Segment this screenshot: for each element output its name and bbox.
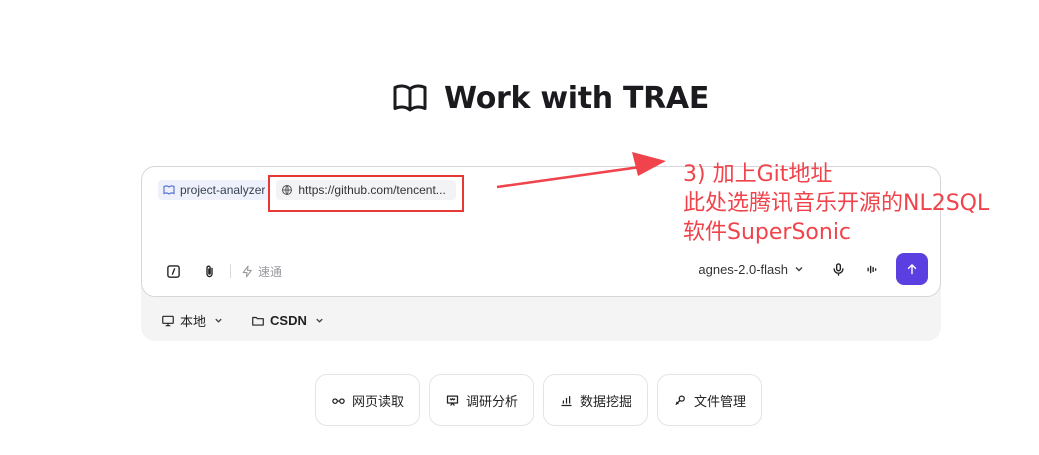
link-chip-label: https://github.com/tencent...: [298, 183, 446, 197]
model-selector[interactable]: agnes-2.0-flash: [698, 262, 804, 277]
paperclip-icon: [205, 265, 213, 277]
attach-button[interactable]: [198, 260, 220, 282]
composer-tools-right: agnes-2.0-flash: [698, 253, 928, 285]
speed-mode-toggle[interactable]: 速通: [241, 263, 282, 280]
annotation-line-3: 软件SuperSonic: [683, 220, 852, 245]
quick-action-label: 数据挖掘: [580, 393, 633, 409]
page-title: Work with TRAE: [392, 80, 709, 116]
speed-mode-label: 速通: [258, 264, 283, 279]
chevron-down-icon: [795, 266, 803, 272]
environment-label: 本地: [180, 314, 207, 329]
folder-icon: [252, 316, 264, 326]
quick-action-label: 文件管理: [694, 393, 747, 409]
arrow-up-icon: [907, 264, 917, 275]
book-icon: [163, 185, 175, 195]
title-text: Work with TRAE: [444, 80, 710, 116]
bar-chart-icon: [561, 395, 572, 406]
voice-mode-button[interactable]: [862, 259, 882, 279]
command-button[interactable]: [162, 260, 184, 282]
research-icon: [446, 395, 459, 406]
chevron-down-icon: [316, 318, 323, 323]
quick-action-web-read[interactable]: 网页读取: [315, 374, 421, 426]
quick-action-data-mining[interactable]: 数据挖掘: [543, 374, 649, 426]
quick-actions: 网页读取 调研分析 数据挖掘 文件管理: [315, 374, 763, 426]
glasses-icon: [332, 397, 345, 404]
annotation-text: 3) 加上Git地址 此处选腾讯音乐开源的NL2SQL 软件SuperSonic: [683, 160, 989, 247]
folder-selector[interactable]: CSDN: [251, 313, 324, 328]
monitor-icon: [162, 315, 174, 326]
context-chips: project-analyzer https://github.com/tenc…: [158, 180, 457, 200]
model-label: agnes-2.0-flash: [698, 261, 788, 277]
quick-action-research[interactable]: 调研分析: [429, 374, 535, 426]
agent-chip[interactable]: project-analyzer: [158, 180, 271, 200]
folder-label: CSDN: [270, 313, 307, 328]
tool-divider: [230, 264, 231, 278]
annotation-line-2: 此处选腾讯音乐开源的NL2SQL: [683, 191, 990, 216]
voice-input-button[interactable]: [828, 259, 848, 279]
link-chip[interactable]: https://github.com/tencent...: [276, 180, 457, 200]
agent-chip-label: project-analyzer: [180, 183, 266, 197]
globe-icon: [282, 185, 293, 195]
chevron-down-icon: [215, 318, 222, 323]
waveform-icon: [866, 265, 876, 273]
composer-tools-left: 速通: [162, 260, 282, 282]
quick-action-label: 网页读取: [352, 393, 405, 409]
microphone-icon: [832, 262, 844, 276]
stage: Work with TRAE project-analyzer https://…: [0, 0, 1039, 455]
quick-action-file-manage[interactable]: 文件管理: [657, 374, 763, 426]
book-open-icon: [393, 84, 427, 112]
file-manage-icon: [675, 395, 685, 405]
send-button[interactable]: [896, 253, 928, 285]
environment-selector[interactable]: 本地: [161, 311, 223, 330]
annotation-line-1: 3) 加上Git地址: [683, 162, 833, 187]
quick-action-label: 调研分析: [466, 393, 519, 409]
lightning-icon: [242, 265, 252, 277]
slash-command-icon: [166, 264, 180, 278]
composer-footer: 本地 CSDN: [161, 311, 324, 330]
